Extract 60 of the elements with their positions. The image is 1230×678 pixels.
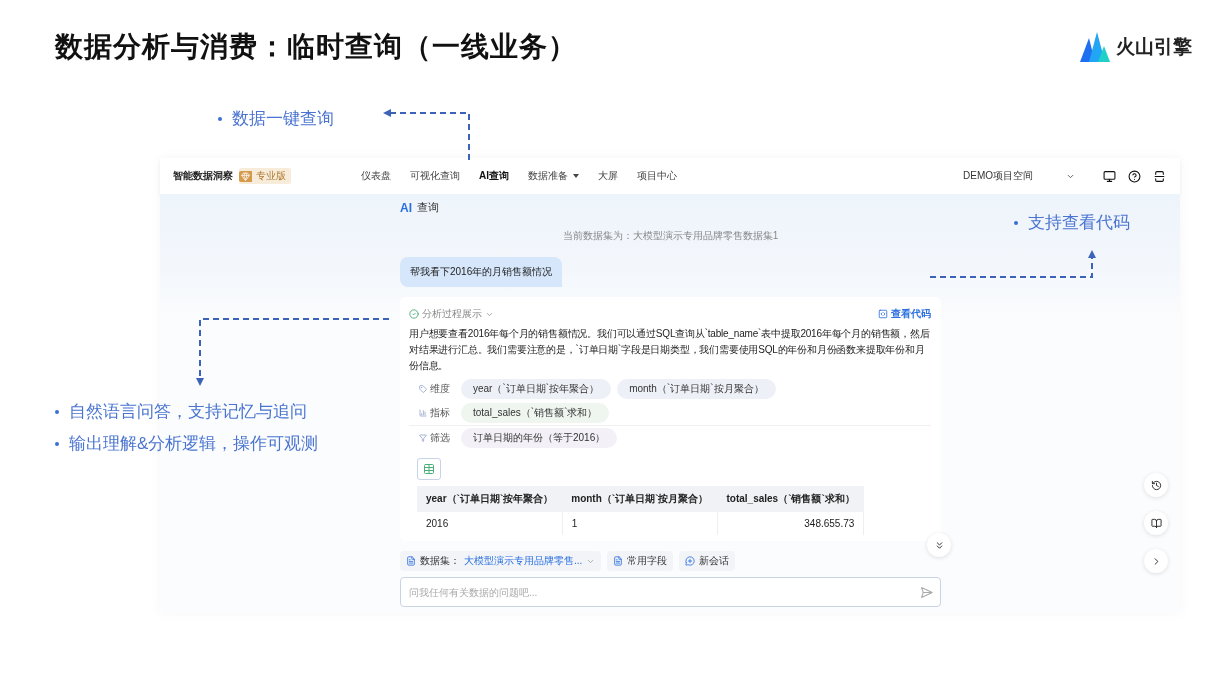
- field-chip: year（`订单日期`按年聚合）: [461, 379, 612, 399]
- page-title: AI 查询: [400, 200, 440, 215]
- workspace-select[interactable]: DEMO项目空间: [963, 169, 1075, 183]
- field-chip: total_sales（`销售额`求和）: [461, 403, 610, 423]
- table-cell: 348.655.73: [717, 512, 864, 535]
- send-icon: [920, 586, 933, 599]
- help-icon: [1128, 169, 1141, 183]
- table-view-button[interactable]: [417, 458, 441, 480]
- table-header: month（`订单日期`按月聚合）: [562, 486, 718, 512]
- caret-icon: [573, 174, 579, 178]
- table-icon: [423, 463, 435, 475]
- chat-plus-icon: [685, 556, 696, 566]
- process-toggle[interactable]: 分析过程展示: [409, 307, 494, 321]
- book-icon: [1150, 517, 1162, 529]
- new-chat-button[interactable]: 新会话: [679, 551, 736, 571]
- field-chip: month（`订单日期`按月聚合）: [617, 379, 776, 399]
- monitor-icon: [1103, 169, 1116, 183]
- field-kind-icon: [419, 385, 427, 393]
- field-chip: 订单日期的年份（等于2016）: [461, 428, 618, 448]
- field-kind-icon: [419, 434, 427, 442]
- mountain-logo-icon: [1080, 32, 1110, 62]
- table-cell: 1: [562, 512, 718, 535]
- brand-name: 智能数据洞察: [173, 169, 233, 183]
- table-cell: 2016: [417, 512, 563, 535]
- code-icon: [878, 309, 888, 319]
- callout-text: 自然语言问答，支持记忆与追问: [55, 400, 307, 423]
- common-fields-button[interactable]: 常用字段: [607, 551, 674, 571]
- table-header: year（`订单日期`按年聚合）: [417, 486, 563, 512]
- panel-icon: [1153, 169, 1166, 183]
- file-icon: [406, 556, 416, 566]
- nav-item[interactable]: 数据准备: [528, 169, 579, 183]
- user-message: 帮我看下2016年的月销售额情况: [400, 257, 563, 287]
- book-button[interactable]: [1144, 511, 1168, 535]
- nav-item[interactable]: 仪表盘: [361, 169, 391, 183]
- nav-item[interactable]: 可视化查询: [410, 169, 460, 183]
- callout-text: 支持查看代码: [1014, 211, 1130, 234]
- field-label: 指标: [419, 406, 455, 420]
- callout-text: 数据一键查询: [218, 107, 334, 130]
- check-circle-icon: [409, 309, 419, 319]
- view-code-link[interactable]: 查看代码: [878, 307, 931, 321]
- field-label: 筛选: [419, 431, 455, 445]
- slide-title: 数据分析与消费：临时查询（一线业务）: [55, 30, 577, 64]
- scroll-down-button[interactable]: [927, 533, 951, 557]
- callout-text: 输出理解&分析逻辑，操作可观测: [55, 432, 319, 455]
- table-header: total_sales（`销售额`求和）: [717, 486, 864, 512]
- edition-tag: 专业版: [239, 168, 291, 184]
- field-label: 维度: [419, 382, 455, 396]
- question-input[interactable]: 问我任何有关数据的问题吧...: [400, 577, 941, 607]
- nav-item[interactable]: 大屏: [598, 169, 618, 183]
- nav-item[interactable]: AI查询: [479, 169, 509, 183]
- history-button[interactable]: [1144, 473, 1168, 497]
- nav-item[interactable]: 项目中心: [637, 169, 677, 183]
- answer-text: 用户想要查看2016年每个月的销售额情况。我们可以通过SQL查询从`table_name`表中提取2016年每个月的销售额，然后对结果进行汇总。我们需要注意的是，`订单日期`字段是日期类型，我们需要使用SQL的年份和月份函数来提取年份和月份信息。: [409, 327, 931, 373]
- history-icon: [1150, 479, 1162, 491]
- dataset-info: 当前数据集为：大模型演示专用品牌零售数据集1: [561, 229, 780, 243]
- next-button[interactable]: [1144, 549, 1168, 573]
- dataset-select[interactable]: 数据集： 大模型演示专用品牌零售...: [400, 551, 602, 571]
- field-kind-icon: [419, 409, 427, 417]
- logo-text: 火山引擎: [1116, 35, 1192, 59]
- diamond-icon: [241, 171, 250, 181]
